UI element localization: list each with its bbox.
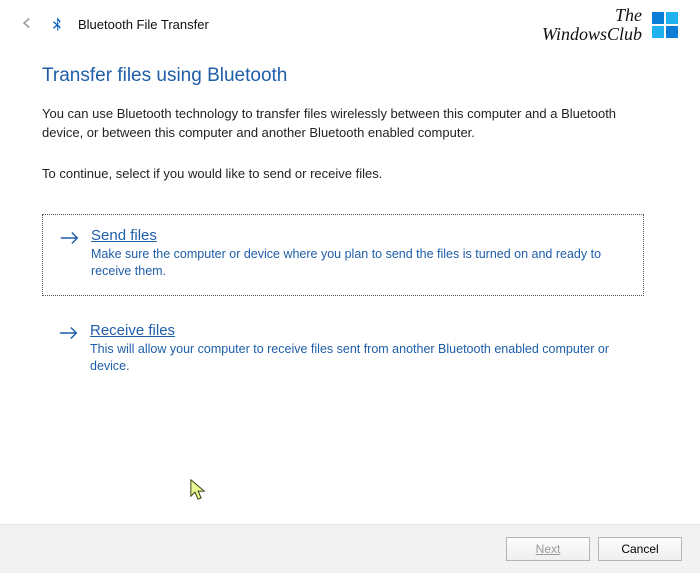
option-send-title: Send files <box>91 227 627 244</box>
windowsclub-logo-icon <box>650 10 680 40</box>
option-receive-desc: This will allow your computer to receive… <box>90 341 628 376</box>
watermark-line1: The <box>542 6 642 25</box>
intro-text: You can use Bluetooth technology to tran… <box>42 105 644 143</box>
option-receive-title: Receive files <box>90 322 628 339</box>
watermark: The WindowsClub <box>542 6 680 44</box>
bluetooth-icon <box>48 16 66 34</box>
option-receive-files[interactable]: Receive files This will allow your compu… <box>42 310 644 390</box>
prompt-text: To continue, select if you would like to… <box>42 165 644 184</box>
option-send-desc: Make sure the computer or device where y… <box>91 246 627 281</box>
arrow-right-icon <box>58 324 80 345</box>
wizard-window: Bluetooth File Transfer The WindowsClub … <box>0 0 700 573</box>
back-icon[interactable] <box>18 14 36 35</box>
watermark-line2: WindowsClub <box>542 25 642 44</box>
next-button[interactable]: Next <box>506 537 590 561</box>
arrow-right-icon <box>59 229 81 250</box>
option-send-files[interactable]: Send files Make sure the computer or dev… <box>42 214 644 296</box>
window-title: Bluetooth File Transfer <box>78 17 209 32</box>
cancel-button[interactable]: Cancel <box>598 537 682 561</box>
page-heading: Transfer files using Bluetooth <box>42 65 644 87</box>
footer-bar: Next Cancel <box>0 524 700 573</box>
content-area: Transfer files using Bluetooth You can u… <box>0 45 700 524</box>
